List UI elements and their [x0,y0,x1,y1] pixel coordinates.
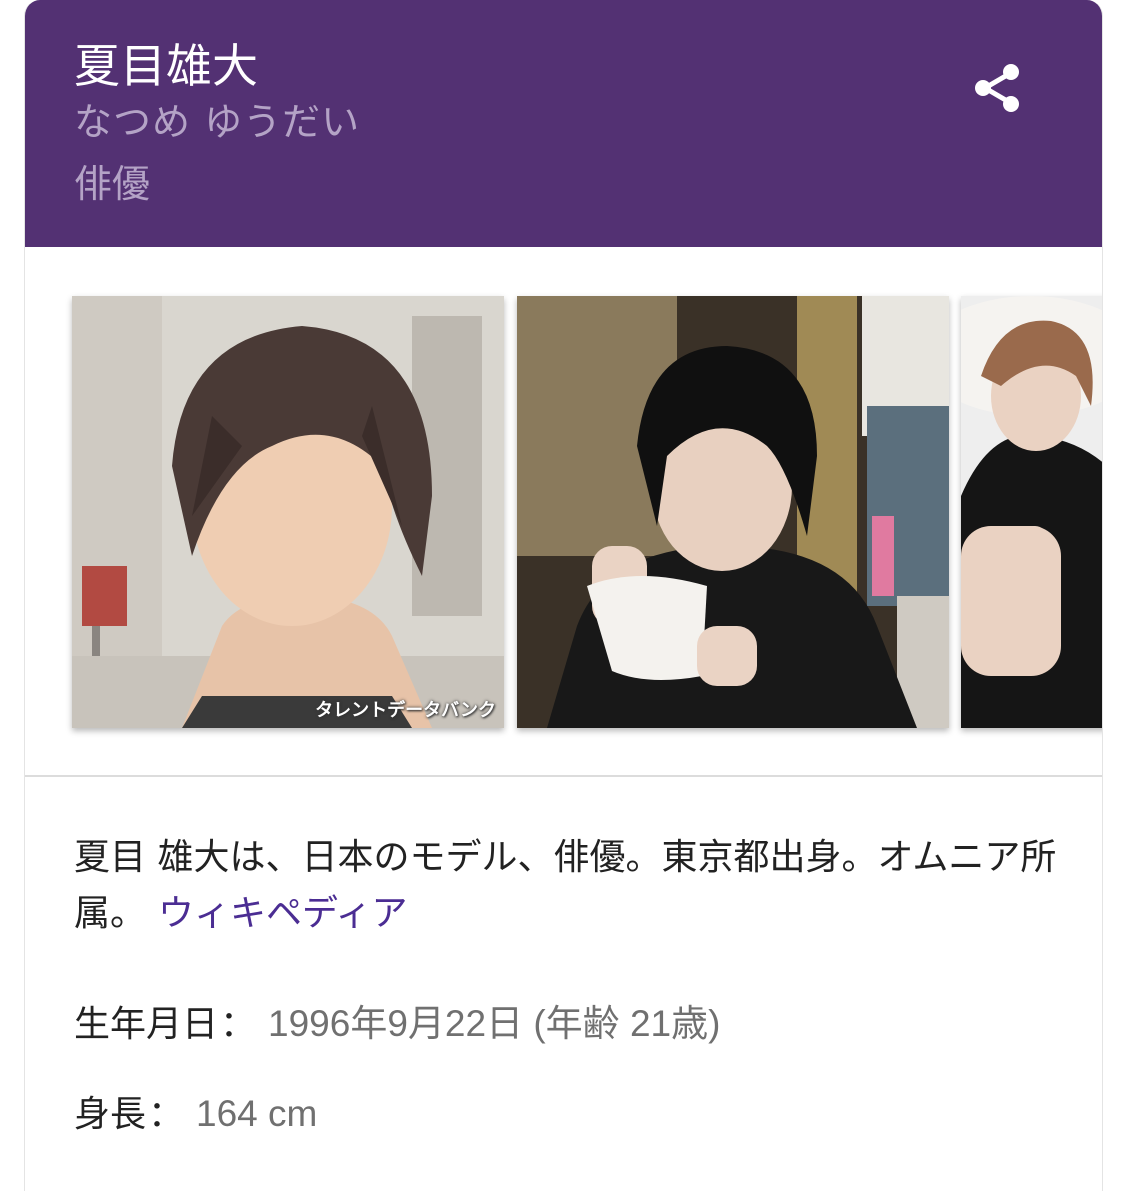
image-caption: タレントデータバンク [315,700,496,721]
panel-header: 夏目雄大 なつめ ゆうだい 俳優 [25,0,1102,247]
fact-label: 身長 [74,1094,147,1135]
fact-separator: ： [148,1094,185,1135]
fact-row-height: 身長： 164 cm [74,1090,317,1139]
entity-description: 夏目 雄大は、日本のモデル、俳優。東京都出身。オムニア所属。 ウィキペディア [74,830,1064,942]
wikipedia-link[interactable]: ウィキペディア [158,893,407,934]
portrait-photo-1 [72,296,504,728]
share-icon [975,64,1019,112]
portrait-photo-2 [517,296,949,728]
image-thumbnail-1[interactable]: タレントデータバンク [72,296,504,728]
share-button[interactable] [969,58,1029,118]
fact-row-birthdate: 生年月日： 1996年9月22日 (年齢 21歳) [74,1000,720,1049]
knowledge-panel: 夏目雄大 なつめ ゆうだい 俳優 タレントデータバンク 夏目 雄大は、日本のモデ… [24,0,1103,1191]
entity-type: 俳優 [74,162,151,206]
fact-label: 生年月日 [74,1004,219,1045]
section-divider [25,775,1102,777]
entity-name: 夏目雄大 [74,39,258,93]
fact-value: 164 cm [196,1093,318,1134]
image-carousel[interactable]: タレントデータバンク [25,247,1102,776]
fact-value: 1996年9月22日 (年齢 21歳) [268,1003,721,1044]
portrait-photo-3 [961,296,1102,728]
fact-separator: ： [220,1004,257,1045]
image-thumbnail-2[interactable] [517,296,949,728]
image-thumbnail-3[interactable] [961,296,1102,728]
entity-reading: なつめ ゆうだい [74,100,361,144]
